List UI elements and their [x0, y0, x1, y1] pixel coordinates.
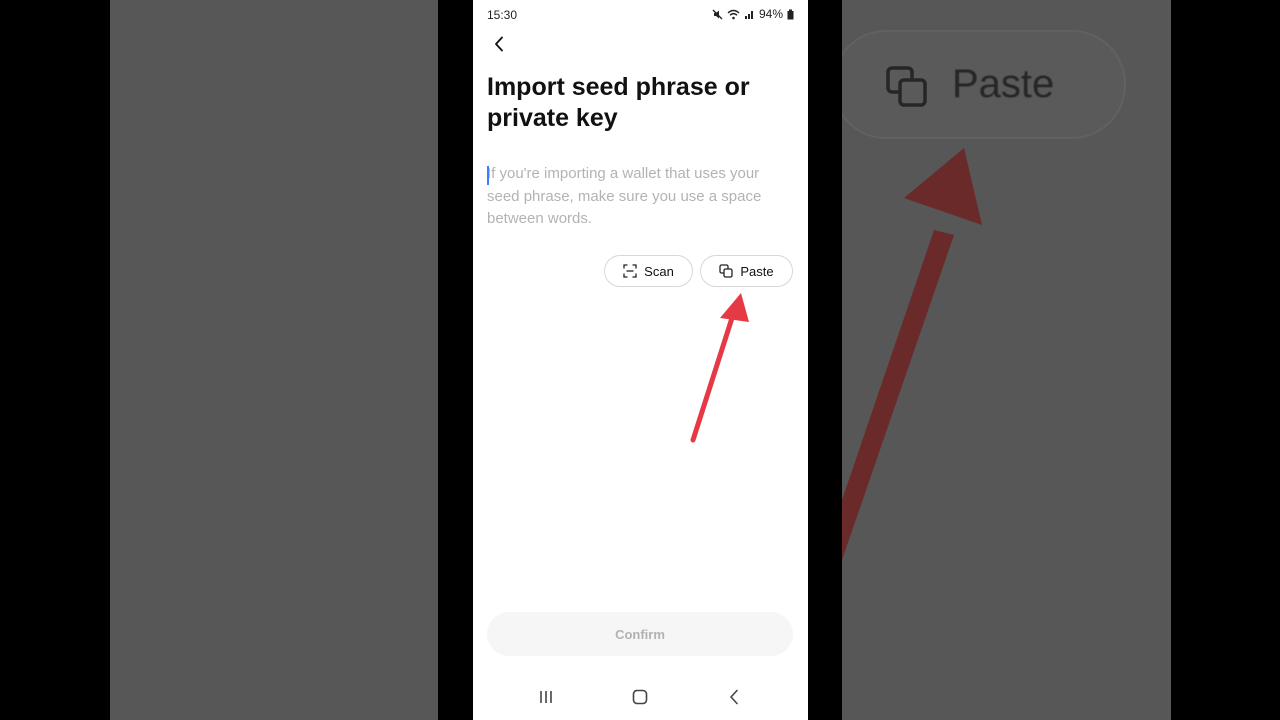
phone-screen: 15:30 94% Import seed phrase or private …	[473, 0, 808, 720]
wifi-icon	[727, 9, 740, 19]
battery-icon	[787, 9, 794, 19]
battery-level: 94%	[758, 7, 783, 21]
chevron-left-icon	[495, 36, 503, 52]
video-frame: Paste 15:30 94% Import seed phrase or pr…	[0, 0, 1280, 720]
mute-icon	[712, 9, 723, 19]
home-icon	[632, 689, 648, 705]
recents-icon	[540, 691, 552, 703]
status-time: 15:30	[487, 8, 518, 22]
paste-button[interactable]: Paste	[700, 255, 793, 287]
status-icons: 94%	[712, 7, 794, 21]
confirm-button[interactable]: Confirm	[487, 612, 793, 656]
text-caret	[487, 166, 489, 185]
signal-icon	[744, 10, 753, 19]
blurred-background-left	[110, 0, 438, 720]
zoomed-annotation-arrow	[842, 148, 982, 560]
scan-button[interactable]: Scan	[604, 255, 693, 287]
back-nav-icon	[730, 689, 738, 705]
paste-label: Paste	[740, 263, 774, 279]
scan-label: Scan	[644, 263, 674, 279]
home-button[interactable]	[627, 686, 653, 708]
recents-button[interactable]	[533, 686, 559, 708]
status-bar: 15:30 94%	[473, 0, 808, 28]
system-back-button[interactable]	[721, 686, 747, 708]
page-title: Import seed phrase or private key	[487, 73, 750, 132]
zoomed-background-right: Paste	[842, 0, 1171, 720]
confirm-label: Confirm	[615, 626, 665, 642]
system-nav-bar	[473, 680, 808, 716]
seed-phrase-input[interactable]	[487, 163, 792, 235]
back-button[interactable]	[487, 32, 511, 56]
scan-icon	[623, 264, 637, 278]
copy-icon	[719, 264, 734, 278]
